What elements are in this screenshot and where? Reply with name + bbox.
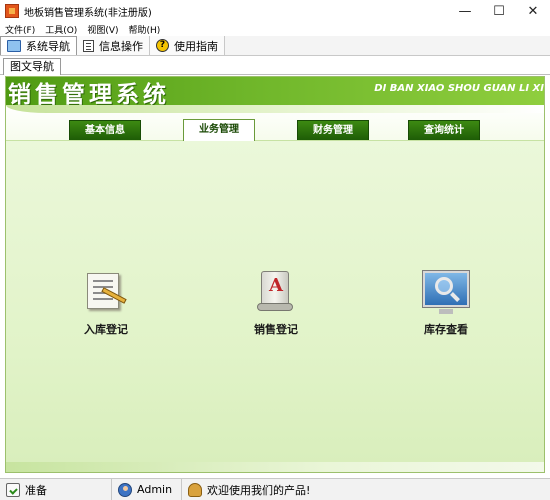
inventory-view-button[interactable]: 库存查看 bbox=[401, 269, 491, 337]
menu-tools[interactable]: 工具(O) bbox=[40, 23, 82, 36]
menu-bar: 文件(F) 工具(O) 视图(V) 帮助(H) bbox=[0, 22, 550, 36]
tab-system-navigation[interactable]: 系统导航 bbox=[0, 36, 77, 55]
inventory-view-label: 库存查看 bbox=[424, 323, 468, 336]
status-user: Admin bbox=[112, 478, 182, 500]
sales-register-label: 销售登记 bbox=[254, 323, 298, 336]
window-controls: — ☐ ✕ bbox=[448, 0, 550, 22]
stock-in-register-button[interactable]: 入库登记 bbox=[61, 269, 151, 337]
monitor-icon bbox=[7, 40, 21, 52]
maximize-button[interactable]: ☐ bbox=[482, 0, 516, 22]
user-icon bbox=[118, 482, 132, 497]
footer-strip bbox=[6, 462, 544, 472]
status-bar: 准备 Admin 欢迎使用我们的产品! bbox=[0, 478, 550, 500]
status-message-text: 欢迎使用我们的产品! bbox=[207, 483, 311, 497]
document-scroll-icon: A bbox=[253, 269, 299, 315]
tab-basic-info[interactable]: 基本信息 bbox=[69, 120, 141, 140]
tab-finance-management[interactable]: 财务管理 bbox=[297, 120, 369, 140]
status-user-text: Admin bbox=[137, 483, 173, 496]
banner-pinyin: DI BAN XIAO SHOU GUAN LI XI bbox=[374, 83, 544, 94]
banner: 销售管理系统 DI BAN XIAO SHOU GUAN LI XI bbox=[6, 77, 544, 105]
users-icon bbox=[188, 482, 202, 497]
status-message: 欢迎使用我们的产品! bbox=[182, 479, 316, 500]
ready-icon bbox=[6, 482, 20, 497]
minimize-button[interactable]: — bbox=[448, 0, 482, 22]
monitor-magnifier-icon bbox=[423, 269, 469, 315]
banner-title: 销售管理系统 bbox=[8, 81, 170, 105]
main-panel: 销售管理系统 DI BAN XIAO SHOU GUAN LI XI 基本信息 … bbox=[5, 76, 545, 473]
tab-info-operations-label: 信息操作 bbox=[99, 39, 143, 53]
menu-view[interactable]: 视图(V) bbox=[82, 23, 123, 36]
tab-info-operations[interactable]: 信息操作 bbox=[77, 36, 150, 55]
app-icon bbox=[5, 4, 19, 18]
tab-user-guide[interactable]: ? 使用指南 bbox=[150, 36, 225, 55]
help-icon: ? bbox=[156, 39, 169, 52]
inner-tab-strip: 图文导航 bbox=[0, 57, 550, 75]
menu-file[interactable]: 文件(F) bbox=[0, 23, 40, 36]
tab-business-management[interactable]: 业务管理 bbox=[183, 119, 255, 141]
status-ready-text: 准备 bbox=[25, 483, 47, 497]
toolbar: 系统导航 信息操作 ? 使用指南 bbox=[0, 36, 550, 56]
menu-help[interactable]: 帮助(H) bbox=[124, 23, 166, 36]
document-icon bbox=[83, 39, 94, 52]
tab-query-statistics[interactable]: 查询统计 bbox=[408, 120, 480, 140]
tab-graphic-navigation[interactable]: 图文导航 bbox=[3, 58, 61, 75]
notepad-pencil-icon bbox=[83, 269, 129, 315]
title-bar: 地板销售管理系统(非注册版) — ☐ ✕ bbox=[0, 0, 550, 22]
close-button[interactable]: ✕ bbox=[516, 0, 550, 22]
tab-user-guide-label: 使用指南 bbox=[174, 39, 218, 53]
tab-system-navigation-label: 系统导航 bbox=[26, 40, 70, 53]
stock-in-register-label: 入库登记 bbox=[84, 323, 128, 336]
window-title: 地板销售管理系统(非注册版) bbox=[24, 7, 152, 19]
sales-register-button[interactable]: A 销售登记 bbox=[231, 269, 321, 337]
status-ready: 准备 bbox=[0, 478, 112, 500]
